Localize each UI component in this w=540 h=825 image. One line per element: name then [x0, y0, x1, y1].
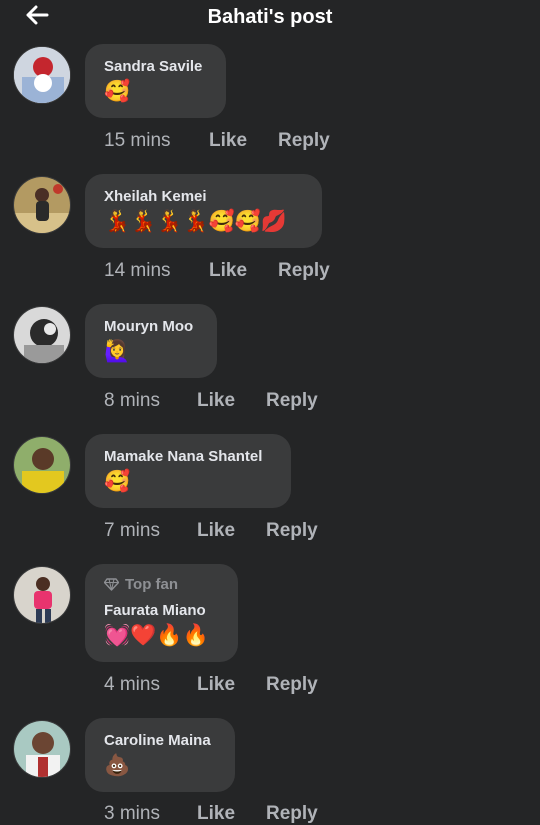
- comment-text: 💓❤️🔥🔥: [104, 624, 209, 647]
- comment-time[interactable]: 4 mins: [104, 674, 197, 696]
- comment-text: 💃💃💃💃🥰🥰💋: [104, 210, 288, 233]
- like-button[interactable]: Like: [197, 390, 266, 412]
- comments-feed: Sandra Savile 🥰 15 mins Like Reply Xheil…: [0, 0, 540, 824]
- avatar[interactable]: [13, 720, 71, 778]
- comment-author[interactable]: Faurata Miano: [104, 602, 206, 619]
- avatar-image: [14, 721, 70, 777]
- comment-time[interactable]: 15 mins: [104, 130, 209, 152]
- comment-author[interactable]: Caroline Maina: [104, 732, 211, 749]
- comment-bubble[interactable]: Xheilah Kemei 💃💃💃💃🥰🥰💋: [85, 174, 322, 248]
- comment-bubble[interactable]: Sandra Savile 🥰: [85, 44, 226, 118]
- diamond-icon: [104, 578, 119, 591]
- page-title: Bahati's post: [207, 6, 333, 28]
- comment-author[interactable]: Sandra Savile: [104, 58, 202, 75]
- avatar-image: [14, 307, 70, 363]
- avatar[interactable]: [13, 436, 71, 494]
- avatar-image: [14, 47, 70, 103]
- comment-bubble[interactable]: Mouryn Moo 🙋‍♀️: [85, 304, 217, 378]
- comment-bubble[interactable]: Top fan Faurata Miano 💓❤️🔥🔥: [85, 564, 238, 662]
- comment-meta: 15 mins Like Reply: [104, 130, 330, 152]
- comment-time[interactable]: 14 mins: [104, 260, 209, 282]
- top-fan-label: Top fan: [125, 576, 179, 593]
- comment-text: 💩: [104, 754, 131, 777]
- avatar-image: [14, 437, 70, 493]
- comment-text: 🥰: [104, 80, 131, 103]
- comment-author[interactable]: Mamake Nana Shantel: [104, 448, 262, 465]
- like-button[interactable]: Like: [197, 520, 266, 542]
- reply-button[interactable]: Reply: [278, 260, 330, 282]
- reply-button[interactable]: Reply: [278, 130, 330, 152]
- avatar[interactable]: [13, 176, 71, 234]
- reply-button[interactable]: Reply: [266, 674, 318, 696]
- comment-time[interactable]: 7 mins: [104, 520, 197, 542]
- top-bar: Bahati's post: [0, 0, 540, 42]
- reply-button[interactable]: Reply: [266, 520, 318, 542]
- comment-meta: 7 mins Like Reply: [104, 520, 318, 542]
- comment-text: 🥰: [104, 470, 131, 493]
- comment-bubble[interactable]: Caroline Maina 💩: [85, 718, 235, 792]
- comment-meta: 8 mins Like Reply: [104, 390, 318, 412]
- like-button[interactable]: Like: [197, 674, 266, 696]
- comment-author[interactable]: Mouryn Moo: [104, 318, 193, 335]
- comment-author[interactable]: Xheilah Kemei: [104, 188, 207, 205]
- comment-meta: 4 mins Like Reply: [104, 674, 318, 696]
- comment-time[interactable]: 8 mins: [104, 390, 197, 412]
- avatar[interactable]: [13, 46, 71, 104]
- comment-meta: 14 mins Like Reply: [104, 260, 330, 282]
- like-button[interactable]: Like: [209, 130, 278, 152]
- avatar-image: [14, 177, 70, 233]
- avatar-image: [14, 567, 70, 623]
- like-button[interactable]: Like: [209, 260, 278, 282]
- avatar[interactable]: [13, 566, 71, 624]
- reply-button[interactable]: Reply: [266, 390, 318, 412]
- avatar[interactable]: [13, 306, 71, 364]
- comment-bubble[interactable]: Mamake Nana Shantel 🥰: [85, 434, 291, 508]
- comment-text: 🙋‍♀️: [104, 340, 131, 363]
- top-fan-badge: Top fan: [104, 576, 178, 593]
